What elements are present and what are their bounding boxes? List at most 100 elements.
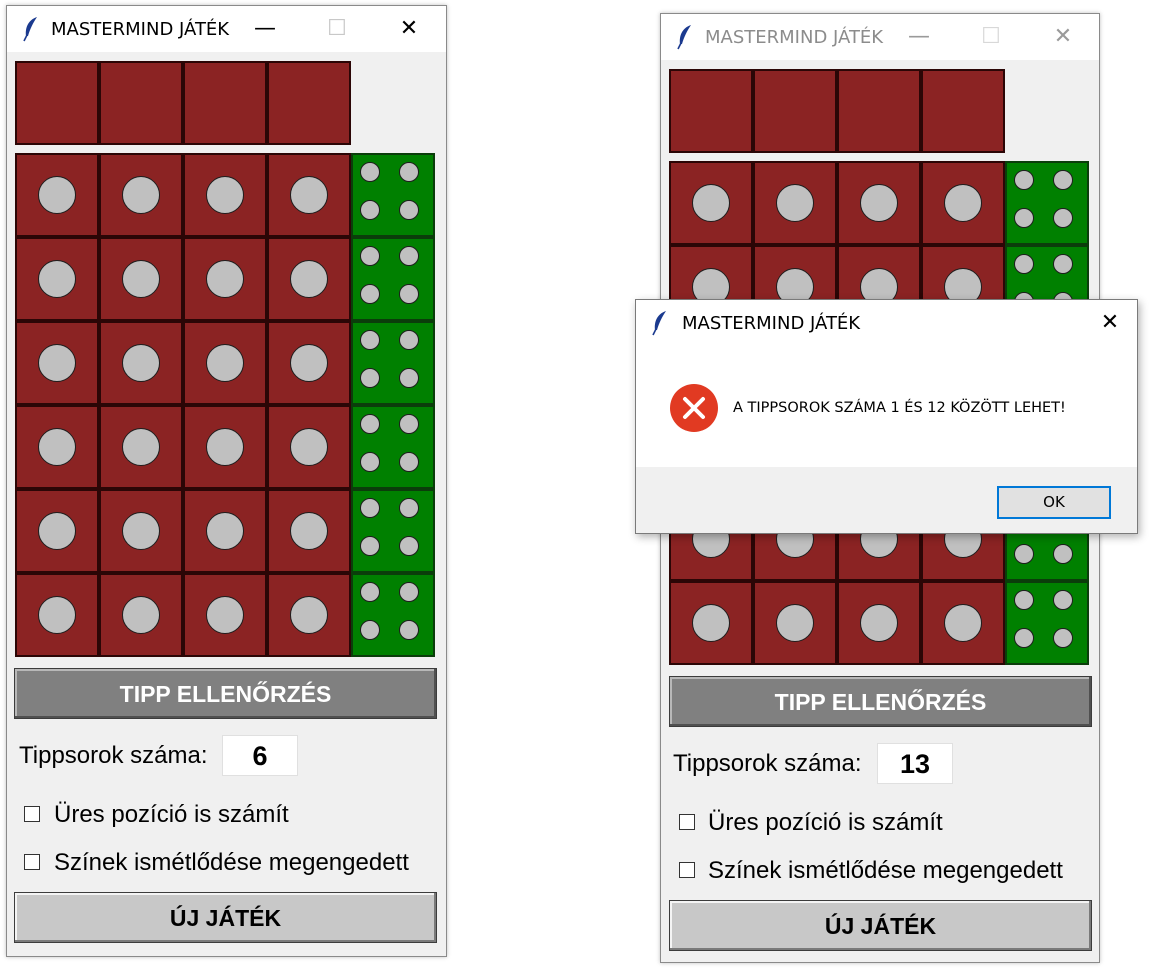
peg-slot[interactable] (122, 344, 160, 382)
feedback-peg (360, 414, 380, 434)
dialog-close-button[interactable]: ✕ (1095, 308, 1125, 338)
peg-slot[interactable] (206, 344, 244, 382)
peg-slot[interactable] (38, 176, 76, 214)
peg-cell[interactable] (837, 581, 921, 665)
peg-cell[interactable] (15, 237, 99, 321)
color-repeat-label[interactable]: Színek ismétlődése megengedett (708, 857, 1063, 885)
peg-slot[interactable] (290, 176, 328, 214)
peg-cell[interactable] (99, 153, 183, 237)
peg-cell[interactable] (921, 581, 1005, 665)
peg-cell[interactable] (99, 237, 183, 321)
close-button[interactable]: ✕ (389, 14, 429, 44)
peg-slot[interactable] (206, 260, 244, 298)
feedback-peg (399, 284, 419, 304)
peg-slot[interactable] (860, 604, 898, 642)
error-message: A TIPPSOROK SZÁMA 1 ÉS 12 KÖZÖTT LEHET! (733, 400, 1066, 416)
peg-cell[interactable] (753, 581, 837, 665)
peg-cell[interactable] (267, 237, 351, 321)
peg-slot[interactable] (290, 344, 328, 382)
peg-cell[interactable] (15, 573, 99, 657)
peg-slot[interactable] (38, 512, 76, 550)
peg-cell[interactable] (267, 573, 351, 657)
feedback-peg (360, 536, 380, 556)
feedback-peg (1053, 590, 1073, 610)
peg-cell[interactable] (99, 321, 183, 405)
peg-cell[interactable] (99, 489, 183, 573)
color-repeat-label[interactable]: Színek ismétlődése megengedett (54, 849, 409, 877)
peg-slot[interactable] (692, 184, 730, 222)
peg-cell[interactable] (267, 405, 351, 489)
peg-cell[interactable] (753, 161, 837, 245)
peg-slot[interactable] (290, 428, 328, 466)
peg-slot[interactable] (206, 176, 244, 214)
peg-slot[interactable] (692, 604, 730, 642)
peg-slot[interactable] (122, 260, 160, 298)
feedback-peg (399, 620, 419, 640)
checkbox-box[interactable] (679, 862, 695, 878)
check-guess-button[interactable]: TIPP ELLENŐRZÉS (14, 668, 437, 719)
peg-slot[interactable] (122, 176, 160, 214)
feedback-peg (1014, 208, 1034, 228)
peg-slot[interactable] (38, 596, 76, 634)
peg-slot[interactable] (206, 428, 244, 466)
feather-icon (677, 25, 691, 50)
feedback-cell (1005, 161, 1089, 245)
feedback-peg (1014, 254, 1034, 274)
feedback-peg (360, 284, 380, 304)
minimize-button[interactable]: — (245, 14, 285, 44)
peg-cell[interactable] (267, 321, 351, 405)
peg-cell[interactable] (183, 237, 267, 321)
peg-cell[interactable] (267, 489, 351, 573)
ok-button[interactable]: OK (997, 486, 1111, 519)
peg-slot[interactable] (290, 596, 328, 634)
peg-slot[interactable] (944, 184, 982, 222)
peg-slot[interactable] (860, 184, 898, 222)
titlebar[interactable]: MASTERMIND JÁTÉK — ☐ ✕ (661, 14, 1099, 60)
peg-cell[interactable] (669, 161, 753, 245)
check-guess-button[interactable]: TIPP ELLENŐRZÉS (669, 676, 1092, 727)
peg-slot[interactable] (944, 604, 982, 642)
checkbox-box[interactable] (679, 814, 695, 830)
new-game-button[interactable]: ÚJ JÁTÉK (669, 900, 1092, 951)
empty-position-label[interactable]: Üres pozíció is számít (54, 801, 289, 829)
peg-slot[interactable] (122, 512, 160, 550)
peg-slot[interactable] (38, 428, 76, 466)
peg-cell[interactable] (15, 489, 99, 573)
close-button[interactable]: ✕ (1043, 22, 1083, 52)
peg-cell[interactable] (837, 161, 921, 245)
peg-cell[interactable] (15, 405, 99, 489)
peg-slot[interactable] (206, 512, 244, 550)
peg-slot[interactable] (38, 344, 76, 382)
checkbox-box[interactable] (24, 854, 40, 870)
peg-cell[interactable] (183, 153, 267, 237)
peg-cell[interactable] (183, 489, 267, 573)
peg-cell[interactable] (15, 321, 99, 405)
checkbox-box[interactable] (24, 806, 40, 822)
new-game-button[interactable]: ÚJ JÁTÉK (14, 892, 437, 943)
peg-slot[interactable] (38, 260, 76, 298)
peg-cell[interactable] (669, 581, 753, 665)
peg-cell[interactable] (99, 573, 183, 657)
peg-cell[interactable] (183, 321, 267, 405)
peg-cell[interactable] (183, 573, 267, 657)
empty-position-label[interactable]: Üres pozíció is számít (708, 809, 943, 837)
peg-slot[interactable] (776, 604, 814, 642)
peg-cell[interactable] (183, 405, 267, 489)
peg-slot[interactable] (290, 260, 328, 298)
peg-cell[interactable] (267, 153, 351, 237)
peg-slot[interactable] (290, 512, 328, 550)
rows-count-input[interactable]: 13 (877, 743, 953, 784)
minimize-button[interactable]: — (899, 22, 939, 52)
peg-cell[interactable] (99, 405, 183, 489)
peg-slot[interactable] (776, 184, 814, 222)
peg-cell[interactable] (15, 153, 99, 237)
feedback-peg (360, 246, 380, 266)
peg-slot[interactable] (122, 596, 160, 634)
peg-slot[interactable] (122, 428, 160, 466)
feedback-peg (399, 536, 419, 556)
peg-cell[interactable] (921, 161, 1005, 245)
secret-cell (15, 61, 99, 145)
titlebar[interactable]: MASTERMIND JÁTÉK — ☐ ✕ (7, 6, 446, 52)
rows-count-input[interactable]: 6 (222, 735, 298, 776)
peg-slot[interactable] (206, 596, 244, 634)
